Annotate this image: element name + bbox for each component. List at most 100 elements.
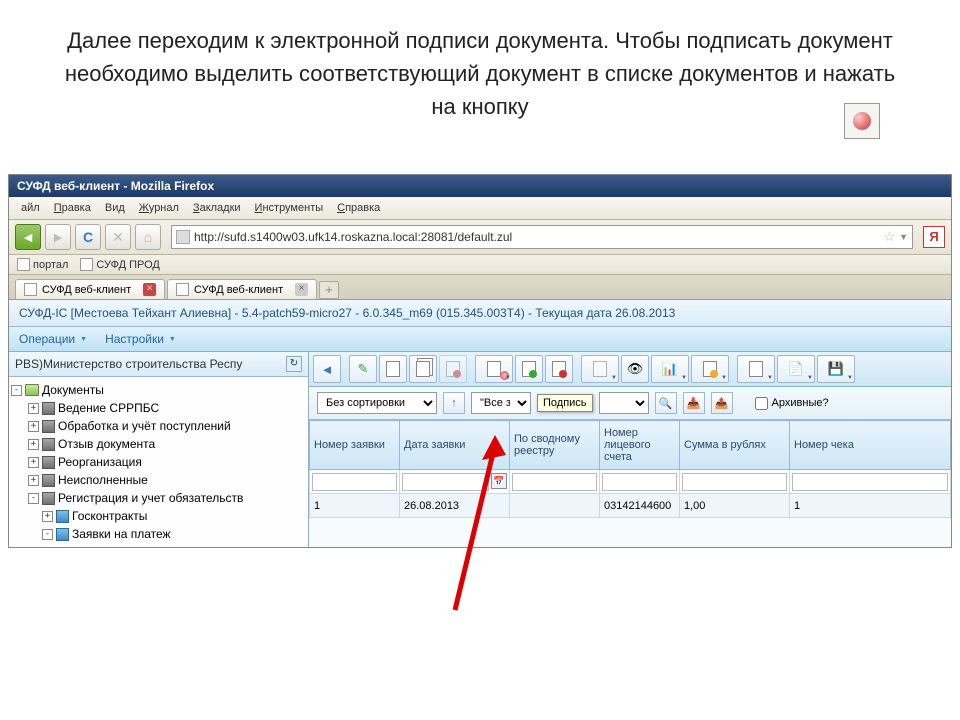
menu-edit[interactable]: Правка xyxy=(48,200,97,216)
filter-chk-input[interactable] xyxy=(792,473,948,491)
export-button[interactable]: 💾▼ xyxy=(817,355,855,383)
copy-doc-button[interactable] xyxy=(409,355,437,383)
bookmark-star-icon[interactable]: ☆ xyxy=(883,229,895,245)
extra1-button[interactable]: ▼ xyxy=(737,355,775,383)
forward-button[interactable]: ► xyxy=(45,224,71,250)
extra2-button[interactable]: 📄▼ xyxy=(777,355,815,383)
attach-button[interactable]: ▼ xyxy=(691,355,729,383)
col-request-date[interactable]: Дата заявки xyxy=(400,421,510,470)
tab-bar: СУФД веб-клиент× СУФД веб-клиент× + xyxy=(9,275,951,300)
firefox-menubar[interactable]: айл Правка Вид Журнал Закладки Инструмен… xyxy=(9,197,951,220)
workspace: PBS)Министерство строительства Респу↻ -Д… xyxy=(9,352,951,547)
tree-node-contracts[interactable]: +Госконтракты xyxy=(11,507,306,525)
filter1-button[interactable]: 🔍 xyxy=(655,392,677,414)
scope-select[interactable]: "Все з xyxy=(471,392,531,414)
col-request-num[interactable]: Номер заявки xyxy=(310,421,400,470)
menu-bookmarks[interactable]: Закладки xyxy=(187,200,247,216)
drawer-icon xyxy=(42,492,55,505)
filter3-button[interactable]: 📤 xyxy=(711,392,733,414)
col-sum[interactable]: Сумма в рублях xyxy=(680,421,790,470)
tab-close-icon[interactable]: × xyxy=(143,283,156,296)
tree-node-payment-requests[interactable]: -Заявки на платеж xyxy=(11,525,306,543)
drawer-icon xyxy=(42,474,55,487)
tree-node-recall[interactable]: +Отзыв документа xyxy=(11,435,306,453)
page-icon xyxy=(24,283,37,296)
reject-button[interactable] xyxy=(545,355,573,383)
tab-close-icon[interactable]: × xyxy=(295,283,308,296)
favicon-icon xyxy=(176,230,190,244)
report-button[interactable]: 📊▼ xyxy=(651,355,689,383)
filter-acct-input[interactable] xyxy=(602,473,677,491)
send-button[interactable]: ▼ xyxy=(581,355,619,383)
filter2-button[interactable]: 📥 xyxy=(683,392,705,414)
delete-doc-button[interactable] xyxy=(439,355,467,383)
back-button[interactable]: ◄ xyxy=(15,224,41,250)
drawer-icon xyxy=(42,438,55,451)
menu-settings[interactable]: Настройки xyxy=(105,332,176,346)
drawer-icon xyxy=(42,420,55,433)
app-status-bar: СУФД-IC [Местоева Тейхант Алиевна] - 5.4… xyxy=(9,300,951,327)
url-bar[interactable]: http://sufd.s1400w03.ufk14.roskazna.loca… xyxy=(171,225,913,249)
document-tree[interactable]: -Документы +Ведение СРРПБС +Обработка и … xyxy=(9,377,308,547)
page-icon xyxy=(176,283,189,296)
archive-checkbox[interactable]: Архивные? xyxy=(755,397,829,410)
new-tab-button[interactable]: + xyxy=(319,281,339,299)
stop-button[interactable]: ✕ xyxy=(105,224,131,250)
sidebar: PBS)Министерство строительства Респу↻ -Д… xyxy=(9,352,309,547)
filter-date-input[interactable] xyxy=(402,473,489,491)
url-text: http://sufd.s1400w03.ufk14.roskazna.loca… xyxy=(194,230,879,244)
col-svod[interactable]: По сводному реестру xyxy=(510,421,600,470)
home-button[interactable]: ⌂ xyxy=(135,224,161,250)
tree-root[interactable]: -Документы xyxy=(11,381,306,399)
bookmark-sufd[interactable]: СУФД ПРОД xyxy=(80,258,159,271)
window-titlebar: СУФД веб-клиент - Mozilla Firefox xyxy=(9,175,951,197)
calendar-icon[interactable]: 📅 xyxy=(491,473,507,489)
menu-journal[interactable]: Журнал xyxy=(133,200,185,216)
nav-toolbar: ◄ ► C ✕ ⌂ http://sufd.s1400w03.ufk14.ros… xyxy=(9,220,951,255)
menu-view[interactable]: Вид xyxy=(99,200,131,216)
cell-svod xyxy=(510,494,600,518)
sort-select[interactable]: Без сортировки xyxy=(317,392,437,414)
tab-active[interactable]: СУФД веб-клиент× xyxy=(15,279,165,299)
menu-file[interactable]: айл xyxy=(15,200,46,216)
cell-sum: 1,00 xyxy=(680,494,790,518)
tree-node-reorg[interactable]: +Реорганизация xyxy=(11,453,306,471)
documents-table[interactable]: Номер заявки Дата заявки По сводному рее… xyxy=(309,420,951,518)
approve-button[interactable] xyxy=(515,355,543,383)
drawer-icon xyxy=(42,402,55,415)
browser-window: СУФД веб-клиент - Mozilla Firefox айл Пр… xyxy=(8,174,952,548)
cell-acct: 03142144600 xyxy=(600,494,680,518)
tree-node-processing[interactable]: +Обработка и учёт поступлений xyxy=(11,417,306,435)
app-menu-bar: Операции Настройки xyxy=(9,327,951,352)
reload-button[interactable]: C xyxy=(75,224,101,250)
edit-button[interactable]: ✎ xyxy=(349,355,377,383)
sign-button[interactable]: ▼ xyxy=(475,355,513,383)
tab-inactive[interactable]: СУФД веб-клиент× xyxy=(167,279,317,299)
view-button[interactable]: 👁 xyxy=(621,355,649,383)
tree-node-unfulfilled[interactable]: +Неисполненные xyxy=(11,471,306,489)
cell-num: 1 xyxy=(310,494,400,518)
extra-select[interactable] xyxy=(599,392,649,414)
menu-operations[interactable]: Операции xyxy=(19,332,87,346)
main-panel: ◄ ✎ ▼ ▼ 👁 📊▼ ▼ ▼ 📄▼ 💾▼ Без сортировки ↑ … xyxy=(309,352,951,547)
url-dropdown-icon[interactable]: ▼ xyxy=(899,232,908,242)
sidebar-header: PBS)Министерство строительства Респу↻ xyxy=(9,352,308,377)
yandex-icon[interactable]: Я xyxy=(923,226,945,248)
filter-sum-input[interactable] xyxy=(682,473,787,491)
filter-row[interactable]: 📅 xyxy=(310,470,951,494)
nav-back-button[interactable]: ◄ xyxy=(313,355,341,383)
sort-up-button[interactable]: ↑ xyxy=(443,392,465,414)
tree-node-srrpbs[interactable]: +Ведение СРРПБС xyxy=(11,399,306,417)
tree-node-registration[interactable]: -Регистрация и учет обязательств xyxy=(11,489,306,507)
new-doc-button[interactable] xyxy=(379,355,407,383)
col-cheque[interactable]: Номер чека xyxy=(790,421,951,470)
refresh-icon[interactable]: ↻ xyxy=(286,356,302,372)
filter-num-input[interactable] xyxy=(312,473,397,491)
col-account[interactable]: Номер лицевого счета xyxy=(600,421,680,470)
table-row[interactable]: 1 26.08.2013 03142144600 1,00 1 xyxy=(310,494,951,518)
filter-svod-input[interactable] xyxy=(512,473,597,491)
menu-tools[interactable]: Инструменты xyxy=(249,200,330,216)
menu-help[interactable]: Справка xyxy=(331,200,386,216)
bookmark-portal[interactable]: портал xyxy=(17,258,68,271)
toolbar: ◄ ✎ ▼ ▼ 👁 📊▼ ▼ ▼ 📄▼ 💾▼ xyxy=(309,352,951,387)
